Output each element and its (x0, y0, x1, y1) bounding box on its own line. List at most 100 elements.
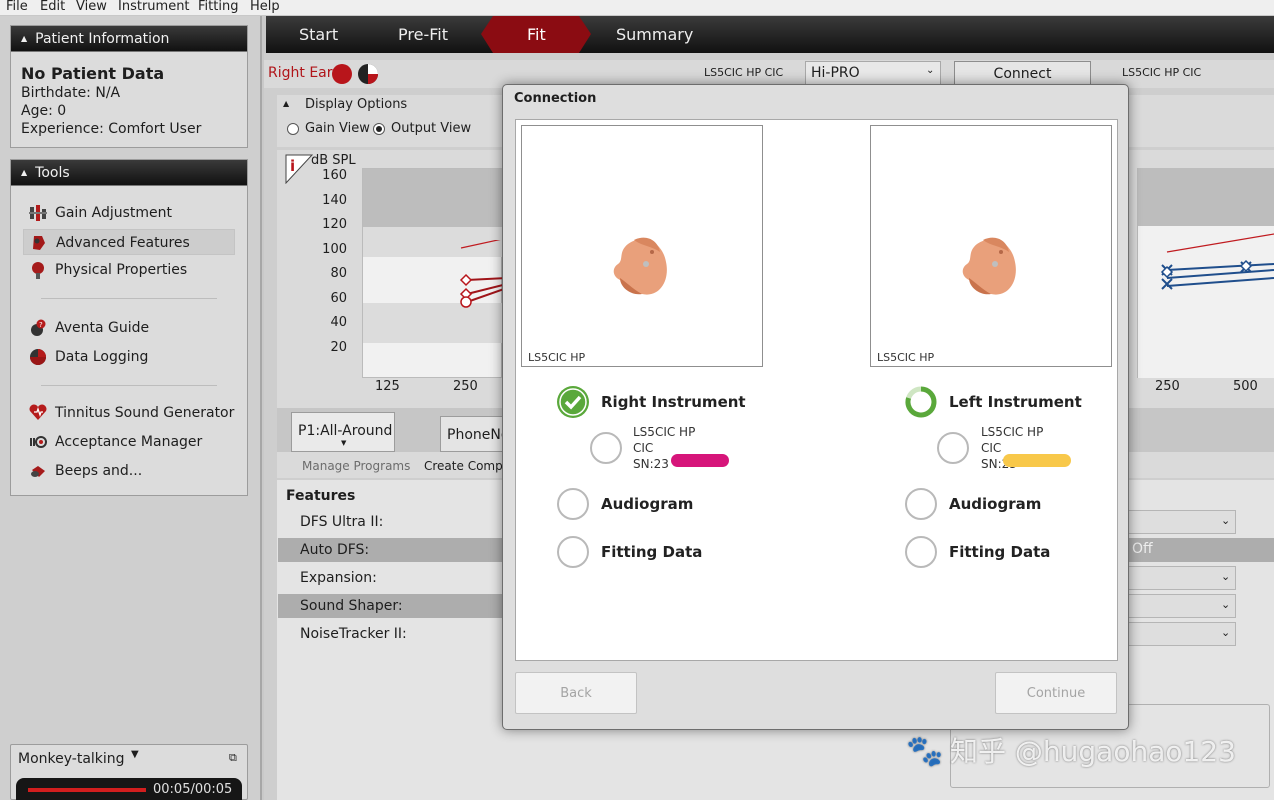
y-tick: 40 (330, 315, 347, 330)
y-tick: 80 (330, 266, 347, 281)
right-device-radio[interactable] (590, 432, 622, 464)
menu-fitting[interactable]: Fitting (198, 0, 238, 14)
collapse-icon[interactable]: ▲ (283, 99, 289, 108)
features-title: Features (286, 488, 356, 504)
left-device-radio[interactable] (937, 432, 969, 464)
collapse-icon: ▲ (21, 168, 28, 177)
advanced-features-icon (33, 236, 45, 250)
right-ear-curves (459, 240, 507, 308)
gain-view-radio[interactable] (287, 123, 299, 135)
ear-side-icon[interactable] (357, 63, 379, 85)
aventa-guide-icon: ? (31, 319, 46, 336)
back-button[interactable]: Back (515, 672, 637, 714)
right-instrument-label: Right Instrument (601, 393, 746, 411)
y-tick: 140 (322, 192, 347, 208)
right-fitting-data-label: Fitting Data (601, 543, 703, 561)
tool-physical-properties[interactable]: Physical Properties (29, 257, 229, 283)
player-time: 00:05/00:05 (153, 782, 233, 797)
program-p2-tab[interactable]: PhoneNo (440, 416, 510, 452)
tab-pre-fit[interactable]: Pre-Fit (398, 16, 448, 53)
tools-divider (41, 385, 217, 386)
tool-advanced-features[interactable]: Advanced Features (23, 229, 235, 255)
dialog-content: LS5CIC HP Right Instrument LS5CIC HP CIC… (515, 119, 1118, 661)
output-view-radio[interactable] (373, 123, 385, 135)
player-title[interactable]: Monkey-talking (18, 751, 125, 767)
chevron-down-icon[interactable]: ▼ (131, 749, 139, 760)
output-view-label: Output View (391, 121, 472, 136)
expansion-select[interactable]: ⌄ (1128, 566, 1236, 590)
left-instrument-loading-icon (905, 386, 937, 418)
feature-noisetracker: NoiseTracker II: (300, 626, 407, 642)
right-ear-icon[interactable] (332, 64, 352, 84)
patient-panel-header[interactable]: ▲ Patient Information (11, 26, 247, 52)
tab-start[interactable]: Start (299, 16, 338, 53)
patient-birthdate: Birthdate: N/A (21, 85, 121, 101)
tool-beeps[interactable]: Beeps and... (29, 458, 229, 484)
physical-properties-icon (32, 262, 44, 279)
left-instrument-image: LS5CIC HP (870, 125, 1112, 367)
right-device-style: CIC (633, 441, 654, 455)
auto-dfs-right-row: Off (1128, 538, 1274, 562)
workflow-tab-bar: Start Pre-Fit Fit Summary (266, 16, 1274, 53)
dialog-title: Connection (514, 91, 597, 106)
tool-label: Physical Properties (55, 262, 188, 278)
left-device-model: LS5CIC HP (981, 425, 1044, 439)
continue-button[interactable]: Continue (995, 672, 1117, 714)
tab-summary[interactable]: Summary (616, 16, 693, 53)
menu-view[interactable]: View (76, 0, 107, 14)
tool-label: Gain Adjustment (55, 205, 173, 221)
connect-button[interactable]: Connect (954, 61, 1091, 86)
noisetracker-select[interactable]: ⌄ (1128, 622, 1236, 646)
gain-view-label: Gain View (305, 121, 370, 136)
redaction-mark (671, 454, 729, 467)
redaction-mark (1003, 454, 1071, 467)
program-p2-label: PhoneNo (447, 427, 510, 443)
menu-file[interactable]: File (6, 0, 28, 14)
program-p1-tab[interactable]: P1:All-Around ▼ (291, 412, 395, 452)
gain-adjustment-icon (29, 205, 47, 221)
tab-fit[interactable]: Fit (527, 16, 546, 53)
right-instrument-image: LS5CIC HP (521, 125, 763, 367)
auto-dfs-value: Off (1132, 541, 1153, 557)
interface-select[interactable]: Hi-PRO ⌄ (805, 61, 941, 85)
restore-window-icon[interactable]: ⧉ (229, 751, 237, 765)
connection-dialog: Connection LS5CIC HP Right Instrument LS… (502, 84, 1129, 730)
collapse-icon: ▲ (21, 34, 28, 43)
y-tick: 60 (330, 290, 347, 306)
tool-tinnitus-sound-generator[interactable]: Tinnitus Sound Generator (29, 400, 244, 426)
menu-help[interactable]: Help (250, 0, 280, 14)
beeps-icon (31, 466, 45, 477)
data-logging-icon (30, 349, 46, 365)
program-p1-label: P1:All-Around (298, 423, 393, 439)
tool-label: Tinnitus Sound Generator (55, 405, 235, 421)
right-ear-label: Right Ear (268, 65, 333, 81)
feature-auto-dfs: Auto DFS: (278, 538, 504, 562)
tools-panel-header[interactable]: ▲ Tools (11, 160, 247, 186)
y-tick: 100 (322, 241, 347, 257)
hearing-aid-image (962, 237, 1016, 295)
manage-programs-button[interactable]: Manage Programs (302, 459, 410, 473)
player-bar: 00:05/00:05 (16, 778, 242, 800)
graph-unit-label: dB SPL (311, 153, 356, 168)
tool-label: Beeps and... (55, 463, 143, 479)
y-tick: 120 (322, 217, 347, 232)
tool-acceptance-manager[interactable]: Acceptance Manager (29, 429, 229, 455)
player-progress-track[interactable] (28, 788, 146, 792)
sound-shaper-select[interactable]: ⌄ (1128, 594, 1236, 618)
info-icon[interactable]: i (285, 154, 313, 184)
right-audiogram-label: Audiogram (601, 495, 694, 513)
tool-data-logging[interactable]: Data Logging (29, 344, 229, 370)
display-options-title[interactable]: Display Options (305, 97, 407, 112)
menu-instrument[interactable]: Instrument (118, 0, 190, 14)
right-instrument-check-icon (557, 386, 589, 418)
tools-panel-title: Tools (35, 165, 70, 181)
chevron-down-icon: ▼ (341, 439, 347, 447)
left-fitting-data-label: Fitting Data (949, 543, 1051, 561)
tool-label: Advanced Features (56, 235, 190, 251)
tool-aventa-guide[interactable]: ? Aventa Guide (29, 315, 229, 341)
patient-name: No Patient Data (21, 64, 165, 83)
tool-gain-adjustment[interactable]: Gain Adjustment (29, 200, 229, 226)
dfs-ultra-select[interactable]: ⌄ (1128, 510, 1236, 534)
svg-text:?: ? (39, 321, 43, 329)
menu-edit[interactable]: Edit (40, 0, 65, 14)
